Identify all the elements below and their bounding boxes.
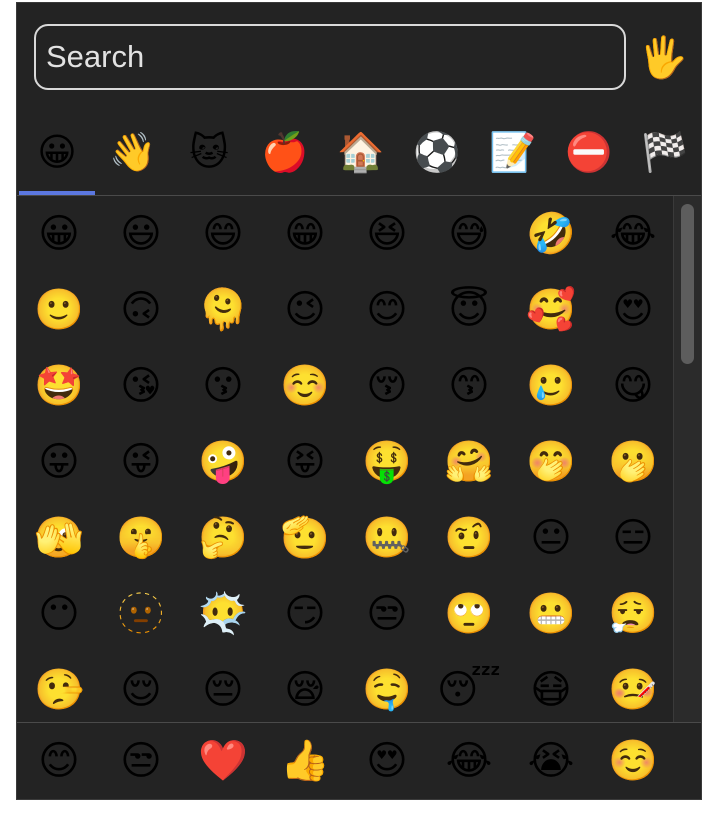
soccer-ball-icon: ⚽ <box>413 130 461 174</box>
recent-emoji[interactable]: ☺️ <box>603 731 663 791</box>
emoji-cell[interactable]: 😅 <box>439 204 499 264</box>
search-row: 🖐️ <box>17 3 701 107</box>
emoji-cell[interactable]: 😀 <box>29 204 89 264</box>
emoji-cell[interactable]: 🤭 <box>521 432 581 492</box>
tab-food[interactable]: 🍎 <box>247 121 323 183</box>
tab-symbols[interactable]: ⛔ <box>551 121 627 183</box>
tab-animals[interactable]: 🐱 <box>171 121 247 183</box>
emoji-cell[interactable]: 🤨 <box>439 508 499 568</box>
emoji-cell[interactable]: 😒 <box>357 584 417 644</box>
emoji-cell[interactable]: 🙂 <box>29 280 89 340</box>
recent-emoji[interactable]: 👍 <box>275 731 335 791</box>
emoji-cell[interactable]: 😔 <box>193 660 253 720</box>
emoji-cell[interactable]: 😙 <box>439 356 499 416</box>
recent-emoji-row: 😊 😒 ❤️ 👍 😍 😂 😭 ☺️ <box>17 723 701 799</box>
checkered-flag-icon: 🏁 <box>641 130 689 174</box>
emoji-picker: 🖐️ 😀 👋 🐱 🍎 🏠 ⚽ 📝 ⛔ 🏁 😀 😃 😄 😁 😆 😅 🤣 😂 🙂 🙃… <box>16 2 702 800</box>
recent-emoji[interactable]: 😍 <box>357 731 417 791</box>
emoji-cell[interactable]: 😁 <box>275 204 335 264</box>
emoji-cell[interactable]: 😚 <box>357 356 417 416</box>
scrollbar-track[interactable] <box>673 196 701 722</box>
search-box[interactable] <box>34 24 626 90</box>
emoji-cell[interactable]: 🤒 <box>603 660 663 720</box>
emoji-cell[interactable]: 🫥 <box>111 584 171 644</box>
cat-face-icon: 🐱 <box>189 130 229 174</box>
emoji-cell[interactable]: 😑 <box>603 508 663 568</box>
emoji-cell[interactable]: 😮‍💨 <box>603 584 663 644</box>
emoji-cell[interactable]: 😗 <box>193 356 253 416</box>
tab-flags[interactable]: 🏁 <box>627 121 701 183</box>
emoji-cell[interactable]: 😝 <box>275 432 335 492</box>
emoji-cell[interactable]: 😐 <box>521 508 581 568</box>
emoji-cell[interactable]: 🤔 <box>193 508 253 568</box>
emoji-cell[interactable]: 🤪 <box>193 432 253 492</box>
emoji-cell[interactable]: 🫣 <box>29 508 89 568</box>
emoji-cell[interactable]: 😆 <box>357 204 417 264</box>
emoji-cell[interactable]: 😷 <box>521 660 581 720</box>
emoji-cell[interactable]: 😬 <box>521 584 581 644</box>
emoji-cell[interactable]: 🤥 <box>29 660 89 720</box>
emoji-cell[interactable]: 😪 <box>275 660 335 720</box>
no-entry-icon: ⛔ <box>565 130 613 174</box>
emoji-cell[interactable]: 😃 <box>111 204 171 264</box>
emoji-cell[interactable]: 😴 <box>437 660 501 720</box>
emoji-cell[interactable]: 🤫 <box>111 508 171 568</box>
house-icon: 🏠 <box>337 130 385 174</box>
emoji-cell[interactable]: 😏 <box>275 584 335 644</box>
raised-hand-icon: 🖐️ <box>638 35 688 81</box>
emoji-cell[interactable]: 🫢 <box>603 432 663 492</box>
emoji-cell[interactable]: 😶 <box>29 584 89 644</box>
emoji-cell[interactable]: 🫠 <box>193 280 253 340</box>
recent-emoji[interactable]: ❤️ <box>193 731 253 791</box>
emoji-cell[interactable]: 😜 <box>111 432 171 492</box>
emoji-cell[interactable]: 🤐 <box>357 508 417 568</box>
waving-hand-icon: 👋 <box>109 130 157 174</box>
tab-people[interactable]: 👋 <box>95 121 171 183</box>
tab-objects[interactable]: 📝 <box>475 121 551 183</box>
emoji-cell[interactable]: 🥰 <box>521 280 581 340</box>
apple-icon: 🍎 <box>261 130 309 174</box>
memo-icon: 📝 <box>489 130 537 174</box>
recent-emoji[interactable]: 😊 <box>29 731 89 791</box>
search-input[interactable] <box>44 32 616 82</box>
emoji-cell[interactable]: 🙄 <box>439 584 499 644</box>
emoji-cell[interactable]: 😉 <box>275 280 335 340</box>
emoji-cell[interactable]: 🫡 <box>275 508 335 568</box>
emoji-cell[interactable]: 🤣 <box>521 204 581 264</box>
emoji-cell[interactable]: 🥲 <box>521 356 581 416</box>
tab-activities[interactable]: ⚽ <box>399 121 475 183</box>
emoji-cell[interactable]: ☺️ <box>275 356 335 416</box>
emoji-cell[interactable]: 😂 <box>603 204 663 264</box>
emoji-cell[interactable]: 😊 <box>357 280 417 340</box>
emoji-cell[interactable]: 😍 <box>603 280 663 340</box>
tab-travel[interactable]: 🏠 <box>323 121 399 183</box>
recent-emoji[interactable]: 😭 <box>521 731 581 791</box>
emoji-grid: 😀 😃 😄 😁 😆 😅 🤣 😂 🙂 🙃 🫠 😉 😊 😇 🥰 😍 🤩 😘 😗 ☺️… <box>17 196 673 722</box>
emoji-cell[interactable]: 😘 <box>111 356 171 416</box>
emoji-cell[interactable]: 😌 <box>111 660 171 720</box>
emoji-cell[interactable]: 🙃 <box>111 280 171 340</box>
emoji-cell[interactable]: 😛 <box>29 432 89 492</box>
emoji-cell[interactable]: 😇 <box>439 280 499 340</box>
emoji-cell[interactable]: 😋 <box>603 356 663 416</box>
recent-emoji[interactable]: 😒 <box>111 731 171 791</box>
recent-emoji[interactable]: 😂 <box>439 731 499 791</box>
emoji-cell[interactable]: 😄 <box>193 204 253 264</box>
emoji-cell[interactable]: 🤗 <box>439 432 499 492</box>
emoji-cell[interactable]: 😶‍🌫️ <box>193 584 253 644</box>
category-tabs: 😀 👋 🐱 🍎 🏠 ⚽ 📝 ⛔ 🏁 <box>17 107 701 196</box>
scrollbar-thumb[interactable] <box>681 204 694 364</box>
emoji-cell[interactable]: 🤑 <box>357 432 417 492</box>
tab-smileys[interactable]: 😀 <box>19 121 95 183</box>
emoji-cell[interactable]: 🤤 <box>357 660 417 720</box>
skin-tone-button[interactable]: 🖐️ <box>637 32 689 84</box>
emoji-cell[interactable]: 🤩 <box>29 356 89 416</box>
smiley-icon: 😀 <box>37 130 77 174</box>
